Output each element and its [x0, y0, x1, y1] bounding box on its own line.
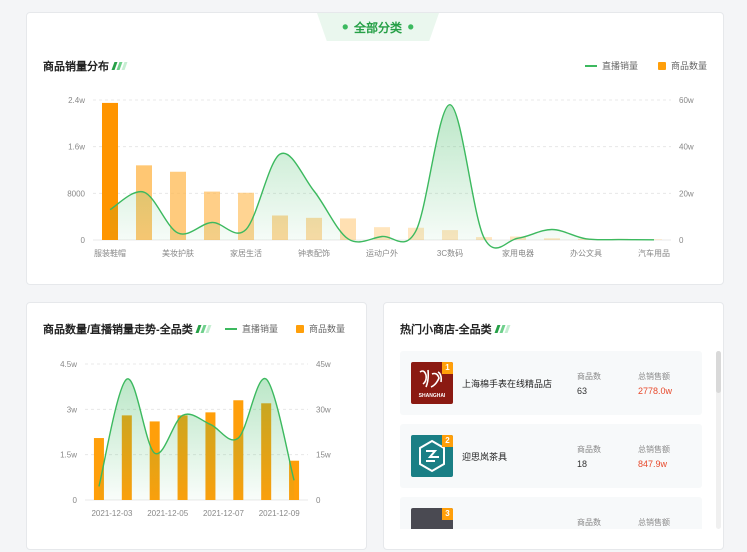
sales-label: 总销售额: [638, 372, 670, 381]
shop-item[interactable]: 3 商品数 总销售额: [400, 497, 702, 529]
hot-shops-title-text: 热门小商店-全品类: [400, 324, 492, 336]
y-tick-label: 8000: [67, 189, 85, 198]
y2-tick-label: 15w: [316, 451, 331, 460]
y2-tick-label: 0: [679, 236, 684, 245]
trend-panel: 商品数量/直播销量走势-全品类 直播销量 商品数量 0 1.5w 3w 4.5w 0 15…: [26, 302, 367, 550]
sales-value: 2778.0w: [638, 386, 673, 396]
shop-logo: 2: [411, 435, 453, 477]
x-tick-label: 钟表配饰: [298, 248, 330, 258]
hot-shops-title: 热门小商店-全品类: [400, 321, 511, 337]
scrollbar-thumb[interactable]: [716, 351, 721, 393]
x-tick-label: 家居生活: [230, 248, 262, 258]
y2-tick-label: 0: [316, 496, 321, 505]
count-label: 商品数: [577, 518, 601, 527]
x-tick-label: 2021-12-05: [147, 509, 188, 518]
sales-label: 总销售额: [638, 445, 670, 454]
shop-list-scrollbar[interactable]: [716, 351, 721, 529]
count-value: 18: [577, 459, 588, 469]
x-tick-label: 家用电器: [502, 248, 534, 258]
hot-shops-panel: 热门小商店-全品类 SHANGHAI 1 上海棉手表在线精品店 商品数 63 总…: [383, 302, 724, 550]
x-tick-label: 2021-12-03: [91, 509, 132, 518]
shop-logo: 3: [411, 508, 453, 529]
y-tick-label: 0: [73, 496, 78, 505]
distribution-chart[interactable]: 0 8000 1.6w 2.4w 0 20w 40w 60w 服装鞋帽 美妆护肤 家居生活 钟表配饰 运…: [27, 13, 725, 286]
x-tick-label: 3C数码: [437, 248, 463, 258]
x-tick-label: 运动户外: [366, 248, 398, 258]
y2-tick-label: 45w: [316, 360, 331, 369]
count-value: 63: [577, 386, 588, 396]
y-tick-label: 1.6w: [68, 143, 85, 152]
rank-badge: 1: [442, 362, 453, 374]
y-tick-label: 4.5w: [60, 360, 77, 369]
x-tick-label: 2021-12-09: [259, 509, 300, 518]
y2-tick-label: 30w: [316, 405, 331, 414]
sales-value: 847.9w: [638, 459, 668, 469]
y-tick-label: 3w: [67, 405, 77, 414]
shop-name[interactable]: 迎思岚茶具: [462, 450, 507, 463]
count-label: 商品数: [577, 372, 601, 381]
x-tick-label: 汽车用品: [638, 248, 670, 258]
shop-item[interactable]: 2 迎思岚茶具 商品数 18 总销售额 847.9w: [400, 424, 702, 488]
shop-item[interactable]: SHANGHAI 1 上海棉手表在线精品店 商品数 63 总销售额 2778.0…: [400, 351, 702, 415]
y-tick-label: 0: [81, 236, 86, 245]
y-tick-label: 2.4w: [68, 96, 85, 105]
count-label: 商品数: [577, 445, 601, 454]
title-marks-icon: [494, 324, 511, 336]
line-area: [110, 104, 654, 248]
x-tick-label: 2021-12-07: [203, 509, 244, 518]
sales-distribution-panel: ⦁ 全部分类 ⦁ 商品销量分布 直播销量 商品数量 0 8000 1.6w 2.4w 0…: [26, 12, 724, 285]
shop-list[interactable]: SHANGHAI 1 上海棉手表在线精品店 商品数 63 总销售额 2778.0…: [400, 351, 702, 529]
rank-badge: 2: [442, 435, 453, 447]
shop-logo-text: SHANGHAI: [419, 393, 446, 399]
trend-chart[interactable]: 0 1.5w 3w 4.5w 0 15w 30w 45w 2021-12-03 2021-12-0…: [27, 303, 368, 551]
line-area: [98, 378, 295, 500]
series-line: [109, 103, 655, 249]
sales-label: 总销售额: [638, 518, 670, 527]
y2-tick-label: 60w: [679, 96, 694, 105]
shop-name[interactable]: 上海棉手表在线精品店: [462, 377, 552, 390]
x-tick-label: 办公文具: [570, 248, 602, 258]
y-tick-label: 1.5w: [60, 451, 77, 460]
x-tick-label: 服装鞋帽: [94, 248, 126, 258]
x-tick-label: 美妆护肤: [162, 248, 194, 258]
y2-tick-label: 20w: [679, 189, 694, 198]
shop-logo: SHANGHAI 1: [411, 362, 453, 404]
rank-badge: 3: [442, 508, 453, 520]
y2-tick-label: 40w: [679, 143, 694, 152]
